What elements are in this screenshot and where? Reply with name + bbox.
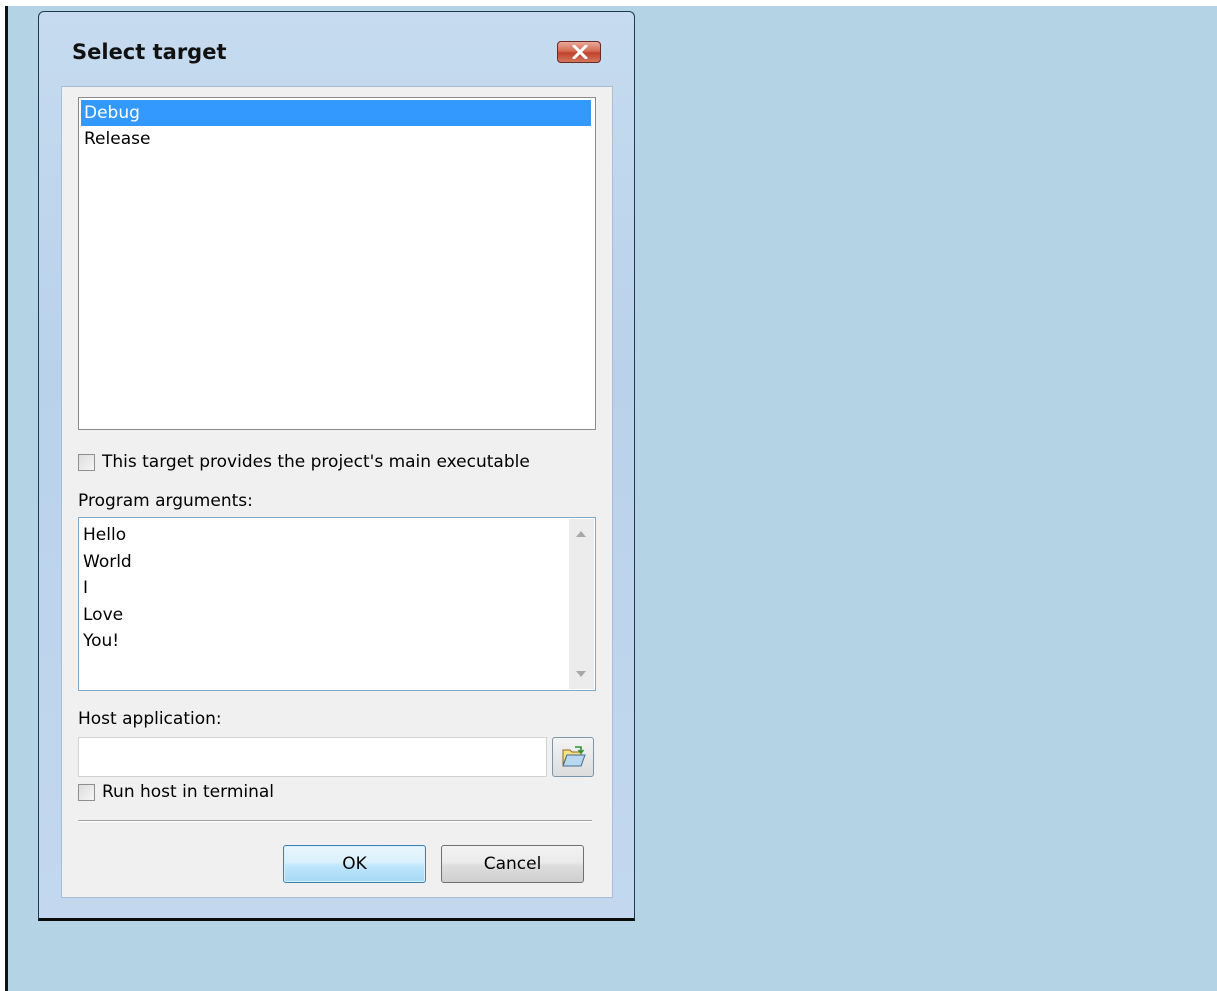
scroll-down-arrow-icon[interactable] (576, 671, 586, 677)
browse-host-button[interactable] (552, 737, 594, 777)
target-list[interactable]: Debug Release (78, 97, 596, 430)
list-item-debug[interactable]: Debug (81, 100, 591, 126)
argument-line: Love (83, 604, 124, 625)
run-in-terminal-checkbox[interactable] (78, 783, 95, 801)
scroll-up-arrow-icon[interactable] (576, 531, 586, 537)
argument-line: I (83, 578, 89, 598)
program-arguments-text: Hello World I Love You! (83, 522, 132, 655)
program-arguments-textarea[interactable]: Hello World I Love You! (78, 517, 596, 691)
argument-line: Hello (83, 525, 127, 545)
argument-line: World (83, 551, 132, 572)
select-target-dialog: Select target Debug Release This target … (38, 11, 635, 921)
desktop-background: Select target Debug Release This target … (5, 6, 1217, 991)
arguments-scrollbar[interactable] (569, 519, 594, 689)
list-item-release[interactable]: Release (81, 126, 591, 152)
main-executable-checkbox[interactable] (78, 453, 95, 471)
ok-button[interactable]: OK (283, 845, 426, 883)
host-application-label: Host application: (78, 709, 222, 729)
dialog-titlebar[interactable]: Select target (39, 12, 634, 86)
separator-line (78, 820, 592, 822)
host-application-input[interactable] (78, 737, 547, 777)
main-executable-label: This target provides the project's main … (102, 452, 530, 472)
run-in-terminal-option[interactable]: Run host in terminal (78, 780, 274, 804)
close-x-icon (572, 45, 588, 59)
close-button[interactable] (557, 41, 601, 63)
dialog-client-area: Debug Release This target provides the p… (61, 86, 613, 898)
cancel-button[interactable]: Cancel (441, 845, 584, 883)
argument-line: You! (83, 631, 120, 651)
dialog-title: Select target (72, 40, 227, 64)
run-in-terminal-label: Run host in terminal (102, 782, 275, 802)
program-arguments-label: Program arguments: (78, 491, 253, 511)
main-executable-option[interactable]: This target provides the project's main … (78, 450, 530, 474)
folder-open-icon (562, 746, 586, 767)
